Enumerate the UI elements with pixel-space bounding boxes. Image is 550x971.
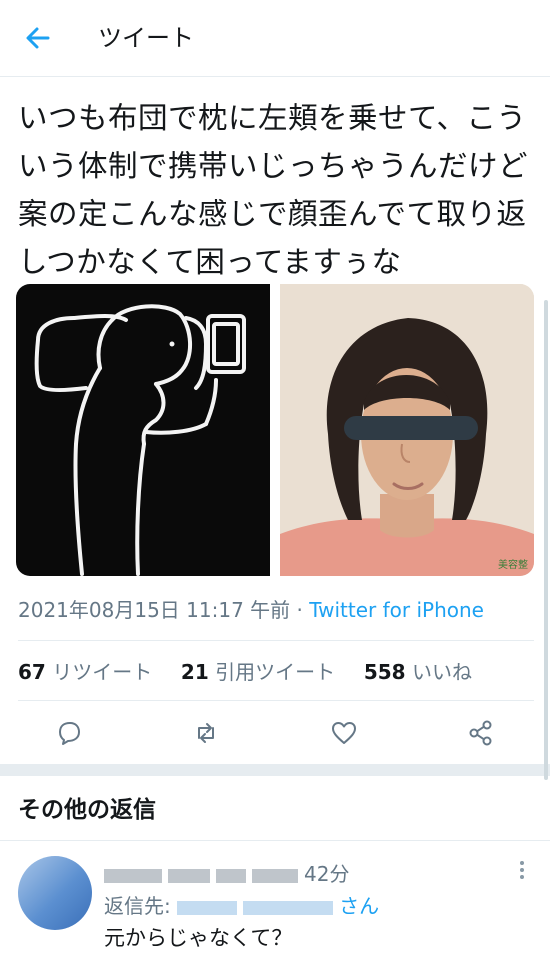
tweet-meta: 2021年08月15日 11:17 午前 · Twitter for iPhon… (18, 594, 484, 623)
avatar[interactable] (18, 856, 92, 930)
watermark: 美容整 (498, 558, 528, 571)
arrow-left-icon (26, 27, 50, 49)
section-separator (0, 764, 550, 776)
redacted-name (104, 868, 162, 883)
more-options-button[interactable] (512, 858, 532, 882)
likes-label: いいね (411, 660, 472, 684)
likes-count: 558 (363, 660, 406, 684)
quotes-stat[interactable]: 21 引用ツイート (181, 660, 335, 684)
redacted-mention[interactable] (243, 900, 334, 915)
redacted-handle (216, 868, 246, 883)
sketch-image[interactable] (16, 284, 270, 576)
quotes-label: 引用ツイート (215, 660, 336, 684)
tweet-text: いつも布団で枕に左頬を乗せて、こういう体制で携帯いじっちゃうんだけど案の定こんな… (18, 101, 529, 279)
tweet-stats: 67 リツイート 21 引用ツイート 558 いいね (18, 656, 472, 685)
divider (18, 640, 534, 641)
face-photo[interactable]: 美容整 (280, 284, 534, 576)
retweets-label: リツイート (52, 660, 153, 684)
page-title: ツイート (98, 24, 194, 52)
retweets-stat[interactable]: 67 リツイート (18, 660, 152, 684)
retweets-count: 67 (18, 660, 46, 684)
likes-stat[interactable]: 558 いいね (364, 660, 472, 684)
redacted-handle (252, 868, 298, 883)
reply-to-prefix: 返信先: (104, 894, 171, 918)
tweet-date: 2021年08月15日 11:17 午前 (18, 598, 291, 622)
reply-to-line: 返信先: さん (104, 890, 379, 919)
like-button[interactable] (329, 718, 359, 748)
tweet-actions (0, 712, 550, 756)
face-illustration: 美容整 (280, 284, 534, 576)
retweet-icon (198, 723, 214, 743)
divider (18, 700, 534, 701)
tweet-source-link[interactable]: Twitter for iPhone (309, 598, 484, 622)
back-button[interactable] (22, 22, 54, 54)
retweet-button[interactable] (191, 718, 221, 748)
redacted-mention[interactable] (177, 900, 238, 915)
divider (0, 840, 550, 841)
reply-text: 元からじゃなくて？ (104, 926, 293, 950)
share-icon (469, 720, 492, 746)
quotes-count: 21 (180, 660, 209, 684)
reply-time: 42分 (304, 862, 350, 886)
share-button[interactable] (466, 718, 496, 748)
sketch-drawing (34, 304, 246, 576)
top-bar: ツイート (0, 0, 550, 77)
meta-separator: · (290, 598, 310, 622)
reply-item[interactable]: 42分 返信先: さん 元からじゃなくて？ (0, 842, 550, 971)
like-icon (332, 722, 356, 744)
reply-button[interactable] (54, 718, 84, 748)
other-replies-heading: その他の返信 (18, 797, 156, 823)
reply-to-suffix[interactable]: さん (339, 894, 379, 918)
more-vertical-icon (520, 861, 524, 879)
reply-header: 42分 (104, 858, 349, 887)
scrollbar[interactable] (544, 300, 548, 780)
reply-icon (59, 722, 80, 745)
redacted-handle (168, 868, 210, 883)
